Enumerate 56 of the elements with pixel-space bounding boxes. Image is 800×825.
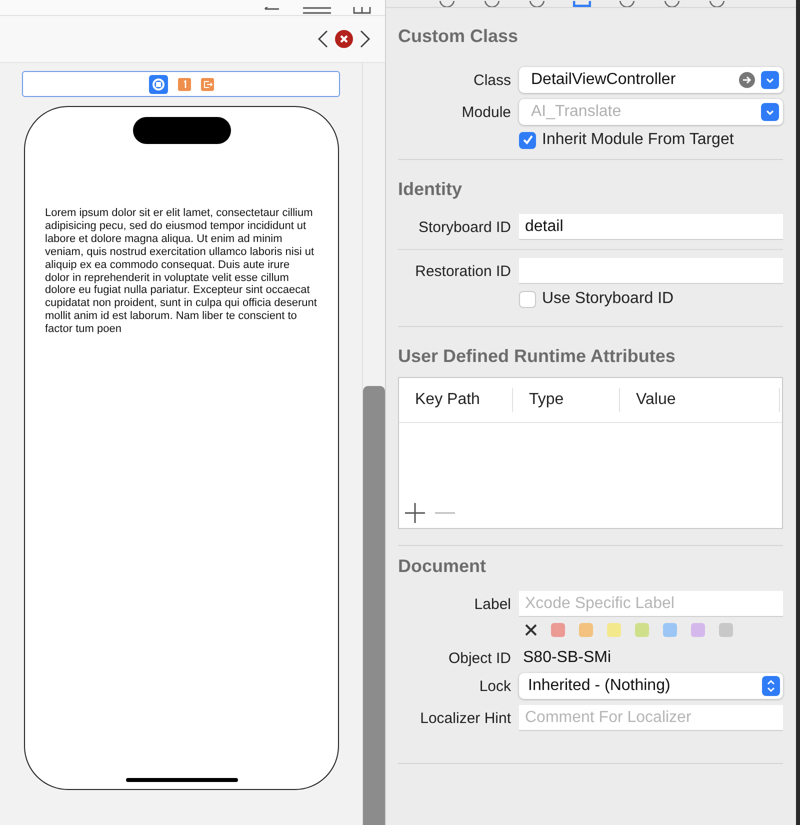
field-label: Storyboard ID — [417, 218, 511, 236]
localizer-hint-field[interactable]: Comment For Localizer — [519, 705, 783, 731]
close-icon[interactable] — [525, 624, 537, 636]
column-header[interactable]: Value — [620, 388, 780, 412]
inspector-tab-icon[interactable] — [483, 1, 501, 7]
lock-popup-button[interactable]: Inherited - (Nothing) — [519, 673, 783, 699]
inspector-tab-icon[interactable] — [708, 1, 726, 7]
field-label: Object ID — [447, 650, 511, 666]
panel-icon[interactable] — [353, 7, 371, 15]
column-header[interactable]: Key Path — [399, 388, 513, 412]
first-responder-icon[interactable] — [178, 78, 190, 90]
color-swatch[interactable] — [635, 623, 649, 637]
checkbox[interactable]: Use Storyboard ID — [519, 290, 783, 308]
chevron-down-icon[interactable] — [761, 71, 779, 89]
inspector-tab-icon[interactable] — [663, 1, 681, 7]
view-controller-icon[interactable] — [148, 74, 168, 94]
checkbox-icon[interactable] — [519, 132, 536, 148]
inspector-tab-icon[interactable] — [618, 1, 636, 7]
color-swatch[interactable] — [607, 623, 621, 637]
error-icon[interactable] — [335, 30, 353, 48]
color-swatch[interactable] — [691, 623, 705, 637]
field-label: Lock — [478, 678, 511, 694]
scene-bar[interactable] — [22, 71, 340, 97]
object-id-value: S80-SB-SMi — [522, 649, 612, 667]
field-label: Restoration ID — [414, 262, 511, 280]
chevron-down-icon[interactable] — [761, 103, 779, 121]
exit-icon[interactable] — [200, 78, 214, 90]
storyboard-id-field[interactable]: detail — [519, 214, 783, 240]
section-title: User Defined Runtime Attributes — [398, 346, 676, 367]
stepper-icon[interactable] — [762, 676, 780, 696]
chevron-left-icon[interactable] — [317, 29, 329, 49]
color-swatch[interactable] — [551, 623, 565, 637]
inspector-tab-icon[interactable] — [573, 1, 591, 7]
field-label: Label — [473, 596, 511, 612]
section-title: Document — [398, 556, 488, 577]
chevron-right-icon[interactable] — [359, 29, 371, 49]
scrollbar-thumb[interactable] — [363, 386, 385, 825]
field-label: Class — [472, 72, 511, 88]
inspector-tab-icon[interactable] — [438, 1, 456, 7]
checkbox-icon[interactable] — [519, 290, 536, 308]
section-title: Custom Class — [398, 26, 520, 47]
color-swatch[interactable] — [663, 623, 677, 637]
class-combo-box[interactable]: DetailViewController — [519, 67, 783, 93]
field-label: Localizer Hint — [419, 710, 511, 726]
section-title: Identity — [398, 179, 464, 200]
arrow-right-icon[interactable] — [739, 72, 755, 88]
column-header[interactable]: Type — [513, 388, 620, 412]
menu-icon[interactable] — [303, 7, 331, 15]
field-label: Module — [460, 104, 511, 120]
restoration-id-field[interactable] — [519, 258, 783, 284]
inspector-tab-icon[interactable] — [528, 1, 546, 7]
add-icon[interactable] — [404, 502, 426, 524]
checkbox[interactable]: Inherit Module From Target — [519, 131, 783, 149]
color-swatch[interactable] — [719, 623, 733, 637]
color-swatch[interactable] — [579, 623, 593, 637]
label-field[interactable]: Xcode Specific Label — [519, 591, 783, 617]
